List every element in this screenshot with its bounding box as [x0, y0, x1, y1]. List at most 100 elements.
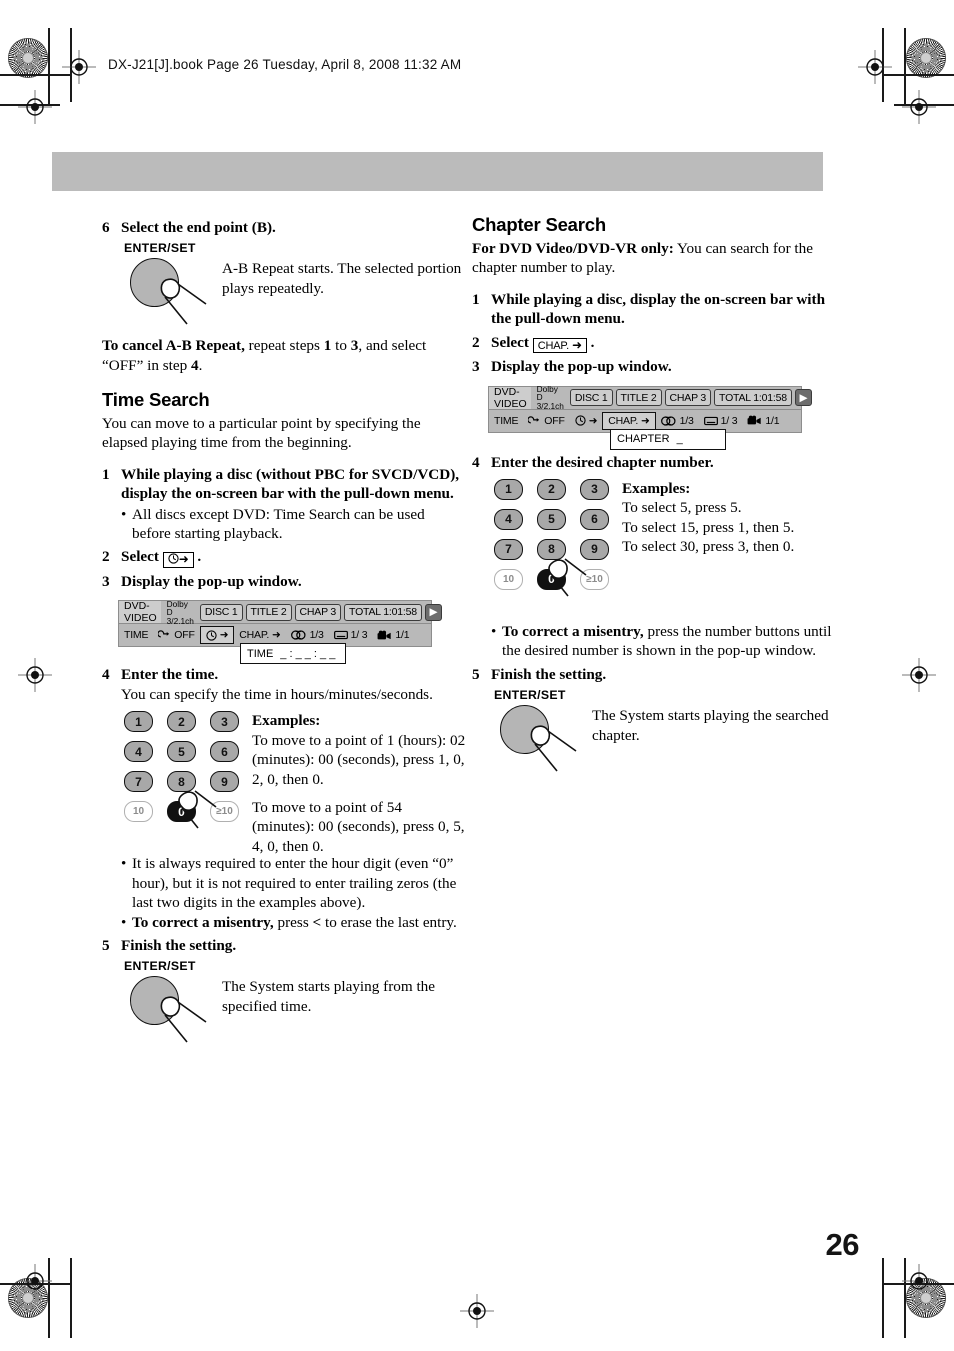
osd-subtitle-value: 1/ 3	[350, 629, 368, 642]
key-3[interactable]: 3	[210, 711, 239, 733]
arrow-right-icon: ➜	[641, 414, 650, 427]
misentry-bold: To correct a misentry,	[502, 622, 644, 640]
osd-angle-cell[interactable]: 1/1	[742, 410, 784, 432]
osd-audio-format-line1: Dolby D	[536, 383, 558, 403]
osd-audio-value: 1/3	[679, 414, 694, 427]
chapter-search-step-5: 5 Finish the setting.	[472, 665, 832, 684]
key-5[interactable]: 5	[167, 741, 196, 763]
osd-audio-format: Dolby D 3/2.1ch	[531, 383, 570, 411]
cancel-note-rest: repeat steps	[244, 337, 324, 355]
left-column: 6 Select the end point (B). ENTER/SET A-…	[102, 214, 465, 1043]
osd-popup-label: CHAPTER	[617, 433, 670, 445]
chapter-search-step-2: 2 Select CHAP. ➜ .	[472, 333, 832, 354]
step-number: 2	[102, 548, 110, 566]
pressing-finger-icon	[160, 278, 207, 325]
key-5[interactable]: 5	[537, 508, 566, 530]
key-10[interactable]: 10	[494, 568, 523, 590]
time-search-notes: • It is always required to enter the hou…	[121, 854, 462, 932]
osd-subtitle-value: 1/ 3	[720, 414, 738, 427]
step-number: 5	[102, 937, 110, 955]
osd-repeat: OFF	[153, 624, 199, 646]
osd-chapter-selected[interactable]: CHAP. ➜	[602, 411, 656, 430]
step-number: 5	[472, 665, 480, 683]
registration-crosshair	[18, 90, 52, 124]
repeat-icon	[158, 630, 170, 638]
key-2[interactable]: 2	[537, 478, 566, 500]
osd-angle-cell[interactable]: 1/1	[372, 624, 414, 646]
key-7[interactable]: 7	[124, 771, 153, 793]
osd-mode: TIME	[124, 629, 149, 642]
time-search-key-icon[interactable]: ➜	[162, 552, 194, 568]
numeric-keypad: 1 2 3 4 5 6 7 8 9 10 0 ≥10	[494, 478, 612, 597]
osd-disc-type: DVD-VIDEO	[119, 600, 161, 624]
osd-mode: TIME	[494, 414, 519, 427]
osd-popup-value: _ : _ _ : _ _	[280, 647, 336, 660]
on-screen-bar-chapter-search: DVD-VIDEO Dolby D 3/2.1ch DISC 1 TITLE 2…	[488, 383, 812, 450]
key-1[interactable]: 1	[124, 711, 153, 733]
registration-star-top-left	[8, 38, 48, 78]
step-text: Finish the setting.	[121, 937, 237, 955]
chapter-search-key-icon[interactable]: CHAP. ➜	[532, 337, 587, 354]
osd-popup-chapter[interactable]: CHAPTER _	[610, 428, 726, 450]
time-search-step-3: 3 Display the pop-up window.	[102, 572, 462, 591]
misentry-rest: press	[273, 913, 313, 931]
bullet-dot: •	[491, 622, 497, 640]
osd-status-pills: DISC 1 TITLE 2 CHAP 3 TOTAL 1:01:58 ▶	[199, 601, 447, 623]
right-column: Chapter Search For DVD Video/DVD-VR only…	[472, 214, 832, 772]
registration-crosshair	[902, 1264, 936, 1298]
enter-set-note: The System starts playing the searched c…	[592, 707, 829, 744]
chapter-search-lead: For DVD Video/DVD-VR only: You can searc…	[472, 239, 832, 278]
key-1[interactable]: 1	[494, 478, 523, 500]
osd-angle-value: 1/1	[765, 414, 780, 427]
step-number: 4	[102, 666, 110, 684]
step-number: 3	[472, 358, 480, 376]
crop-mark-line	[70, 1258, 72, 1338]
time-search-step-4: 4 Enter the time.	[102, 665, 462, 684]
examples-line-1: To move to a point of 1 (hours): 02 (min…	[252, 731, 466, 788]
step-number: 1	[472, 290, 480, 308]
arrow-right-icon: ➜	[219, 629, 229, 642]
pressing-finger-icon	[178, 790, 217, 829]
osd-time-cell[interactable]: ➜	[570, 410, 603, 432]
arrow-right-icon: ➜	[588, 414, 598, 427]
key-10[interactable]: 10	[124, 801, 153, 823]
key-6[interactable]: 6	[210, 741, 239, 763]
step-2-period: .	[197, 548, 202, 566]
examples-time-search: Examples: To move to a point of 1 (hours…	[252, 711, 467, 856]
step-6: 6 Select the end point (B).	[102, 218, 462, 237]
key-4[interactable]: 4	[124, 741, 153, 763]
key-6[interactable]: 6	[580, 508, 609, 530]
registration-crosshair	[902, 658, 936, 692]
examples-heading: Examples:	[252, 712, 321, 730]
registration-crosshair	[62, 50, 96, 84]
registration-crosshair	[18, 658, 52, 692]
osd-popup-time[interactable]: TIME _ : _ _ : _ _	[240, 643, 346, 665]
subtitle-icon	[333, 631, 348, 640]
enter-set-illustration-2: ENTER/SET The System starts playing from…	[102, 959, 462, 1043]
chapter-search-step-1: 1 While playing a disc, display the on-s…	[472, 290, 832, 329]
step-text: Display the pop-up window.	[121, 573, 302, 590]
enter-set-label: ENTER/SET	[124, 241, 196, 256]
osd-audio-value: 1/3	[309, 629, 324, 642]
step-2-label: Select	[121, 548, 159, 566]
key-4[interactable]: 4	[494, 508, 523, 530]
key-3[interactable]: 3	[580, 478, 609, 500]
bullet-text: It is always required to enter the hour …	[132, 855, 457, 912]
osd-popup-value: _	[676, 433, 683, 445]
key-2[interactable]: 2	[167, 711, 196, 733]
osd-audio-format-line1: Dolby D	[166, 598, 188, 618]
key-7[interactable]: 7	[494, 538, 523, 560]
arrow-right-icon: ➜	[571, 337, 582, 352]
bullet-dot: •	[121, 913, 127, 931]
step-text: Select the end point (B).	[121, 219, 276, 236]
step-number: 6	[102, 219, 110, 236]
osd-pill-total-time: TOTAL 1:01:58	[344, 603, 422, 621]
time-search-step-2: 2 Select ➜ .	[102, 547, 462, 568]
bullet-item: • All discs except DVD: Time Search can …	[121, 505, 462, 544]
audio-icon	[660, 415, 676, 426]
enter-set-illustration-1: ENTER/SET A-B Repeat starts. The selecte…	[102, 241, 462, 325]
osd-top-row: DVD-VIDEO Dolby D 3/2.1ch DISC 1 TITLE 2…	[118, 598, 442, 625]
misentry-rest2: to erase the last entry.	[321, 913, 457, 931]
osd-time-selected[interactable]: ➜	[199, 626, 235, 645]
bullet-dot: •	[121, 855, 127, 873]
